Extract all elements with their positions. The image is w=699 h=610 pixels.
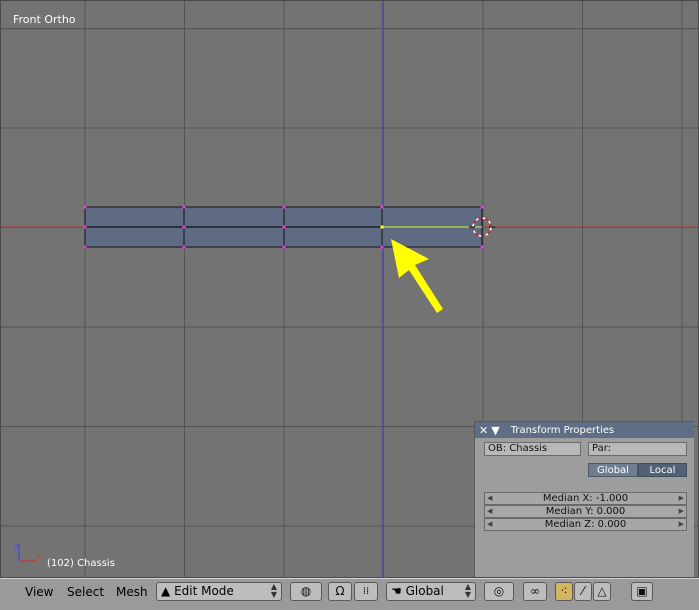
render-icon: ▣ [636, 584, 648, 598]
median-z-label: Median Z: 0.000 [544, 519, 627, 530]
transform-properties-panel[interactable]: ✕ ▼ Transform Properties OB: Chassis Par… [474, 421, 694, 577]
draw-type-select[interactable]: ◍ [290, 582, 322, 601]
face-select-button[interactable]: △ [593, 582, 611, 601]
proportional-edit-button[interactable]: Ω [328, 582, 352, 601]
chassis-mesh[interactable] [83, 205, 484, 249]
local-toggle[interactable]: Local [638, 463, 687, 477]
decrement-arrow-icon[interactable]: ◀ [487, 506, 492, 517]
selected-vertex[interactable] [380, 225, 384, 229]
mode-select[interactable]: ▲ Edit Mode ▲ ▼ [156, 582, 282, 601]
mode-label: Edit Mode [174, 584, 234, 598]
object-name-field[interactable]: OB: Chassis [484, 442, 581, 456]
orientation-select[interactable]: ☚ Global ▲ ▼ [386, 582, 476, 601]
median-y-field[interactable]: ◀ Median Y: 0.000 ▶ [484, 505, 687, 518]
median-x-field[interactable]: ◀ Median X: -1.000 ▶ [484, 492, 687, 505]
parent-field[interactable]: Par: [588, 442, 687, 456]
3d-viewport[interactable]: Front Ortho z x (102) Chassis ✕ ▼ Transf… [0, 0, 699, 578]
edit-mode-icon: ▲ [161, 584, 171, 598]
hand-icon: ☚ [391, 584, 402, 598]
vertex-select-icon: ⁖ [560, 584, 568, 598]
triangle-down-icon[interactable]: ▼ [491, 424, 499, 437]
decrement-arrow-icon[interactable]: ◀ [487, 493, 492, 504]
axis-gizmo: z x [14, 542, 42, 562]
menu-view[interactable]: View [25, 585, 53, 599]
increment-arrow-icon[interactable]: ▶ [679, 493, 684, 504]
object-info: (102) Chassis [47, 558, 115, 569]
menu-select[interactable]: Select [67, 585, 104, 599]
edge-select-button[interactable]: ⁄ [574, 582, 592, 601]
render-button[interactable]: ▣ [631, 582, 653, 601]
menu-mesh[interactable]: Mesh [116, 585, 148, 599]
spinner-icon: ▲ ▼ [464, 582, 471, 599]
orientation-label: Global [405, 584, 444, 598]
link-icon: ∞ [530, 584, 540, 598]
face-select-icon: △ [597, 584, 607, 598]
panel-header[interactable]: ✕ ▼ Transform Properties [475, 422, 694, 438]
pivot-select[interactable]: ◎ [484, 582, 514, 601]
median-x-label: Median X: -1.000 [542, 493, 629, 504]
viewport-header: View Select Mesh ▲ Edit Mode ▲ ▼ ◍ Ω ⁞⁞ ☚… [0, 578, 699, 610]
vertex-select-button[interactable]: ⁖ [555, 582, 573, 601]
magnet-icon: Ω [335, 584, 345, 598]
spinner-icon: ▲ ▼ [270, 582, 277, 599]
edge-select-icon: ⁄ [581, 584, 584, 598]
pivot-icon: ◎ [493, 584, 505, 598]
median-y-label: Median Y: 0.000 [545, 506, 626, 517]
link-button[interactable]: ∞ [523, 582, 547, 601]
increment-arrow-icon[interactable]: ▶ [679, 519, 684, 530]
snap-grid-icon: ⁞⁞ [362, 586, 370, 597]
increment-arrow-icon[interactable]: ▶ [679, 506, 684, 517]
panel-title: Transform Properties [510, 424, 615, 436]
sphere-wire-icon: ◍ [300, 584, 312, 598]
svg-text:z: z [14, 542, 18, 551]
median-z-field[interactable]: ◀ Median Z: 0.000 ▶ [484, 518, 687, 531]
svg-text:x: x [37, 552, 42, 561]
decrement-arrow-icon[interactable]: ◀ [487, 519, 492, 530]
arrow-annotation [391, 239, 443, 313]
snap-button[interactable]: ⁞⁞ [354, 582, 378, 601]
close-icon[interactable]: ✕ [479, 424, 488, 437]
global-toggle[interactable]: Global [588, 463, 638, 477]
